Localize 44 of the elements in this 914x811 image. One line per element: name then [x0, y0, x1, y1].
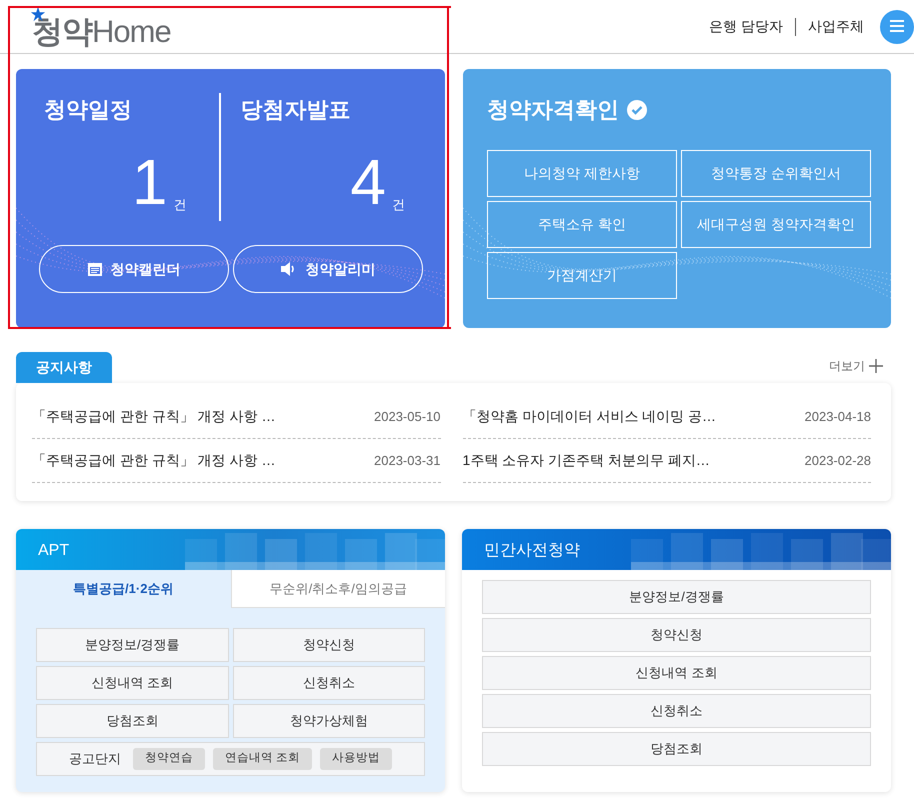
unit-label: 건	[174, 196, 186, 214]
menu-item[interactable]: 당첨조회	[36, 704, 228, 738]
menu-item[interactable]: 청약신청	[232, 628, 425, 662]
menu-item[interactable]: 신청내역 조회	[482, 656, 871, 690]
panel-label: 공고단지	[68, 750, 121, 768]
card-title: 청약자격확인	[487, 96, 619, 124]
pill-button[interactable]: 청약알리미	[232, 245, 422, 293]
stat-count: 1	[132, 150, 168, 214]
chip-button[interactable]: 사용방법	[320, 748, 392, 770]
notice-link[interactable]: 「주택공급에 관한 규칙」 개정 사항 …	[32, 406, 276, 427]
header-link[interactable]: 은행 담당자	[709, 16, 783, 37]
pill-button[interactable]: 청약캘린더	[38, 245, 228, 293]
header-link[interactable]: 사업주체	[808, 16, 864, 37]
stat-count: 4	[350, 150, 386, 214]
more-link[interactable]: 더보기	[829, 357, 883, 375]
notice-date: 2023-03-31	[374, 452, 440, 470]
notice-date: 2023-02-28	[804, 452, 871, 470]
menu-item[interactable]: 분양정보/경쟁률	[36, 628, 228, 662]
plus-icon	[869, 359, 883, 373]
notice-date: 2023-05-10	[374, 408, 440, 426]
notice-date: 2023-04-18	[804, 408, 871, 426]
tab[interactable]: 특별공급/1·2순위	[16, 570, 230, 608]
menu-item[interactable]: 청약신청	[482, 618, 871, 652]
menu-icon	[890, 20, 904, 32]
menu-button[interactable]	[880, 10, 914, 44]
menu-item[interactable]: 신청내역 조회	[36, 666, 228, 700]
card-title: 민간사전청약	[484, 542, 580, 559]
chip-button[interactable]: 연습내역 조회	[212, 748, 312, 770]
card-title: APT	[38, 542, 70, 559]
menu-item[interactable]: 신청취소	[232, 666, 425, 700]
chip-button[interactable]: 청약연습	[132, 748, 205, 770]
menu-item[interactable]: 신청취소	[482, 694, 871, 728]
notice-link[interactable]: 1주택 소유자 기존주택 처분의무 폐지…	[462, 450, 710, 471]
menu-item[interactable]: 청약가상체험	[232, 704, 425, 738]
logo[interactable]: 청약Home	[28, 4, 173, 49]
stat-title: 당첨자발표	[240, 96, 352, 124]
check-icon	[627, 100, 647, 120]
stat-title: 청약일정	[44, 96, 133, 124]
notice-link[interactable]: 「청약홈 마이데이터 서비스 네이밍 공…	[462, 406, 716, 427]
calendar-icon	[86, 261, 102, 277]
menu-item[interactable]: 당첨조회	[482, 732, 871, 766]
unit-label: 건	[392, 196, 405, 214]
menu-item[interactable]: 분양정보/경쟁률	[482, 580, 871, 614]
notice-link[interactable]: 「주택공급에 관한 규칙」 개정 사항 …	[32, 450, 276, 471]
